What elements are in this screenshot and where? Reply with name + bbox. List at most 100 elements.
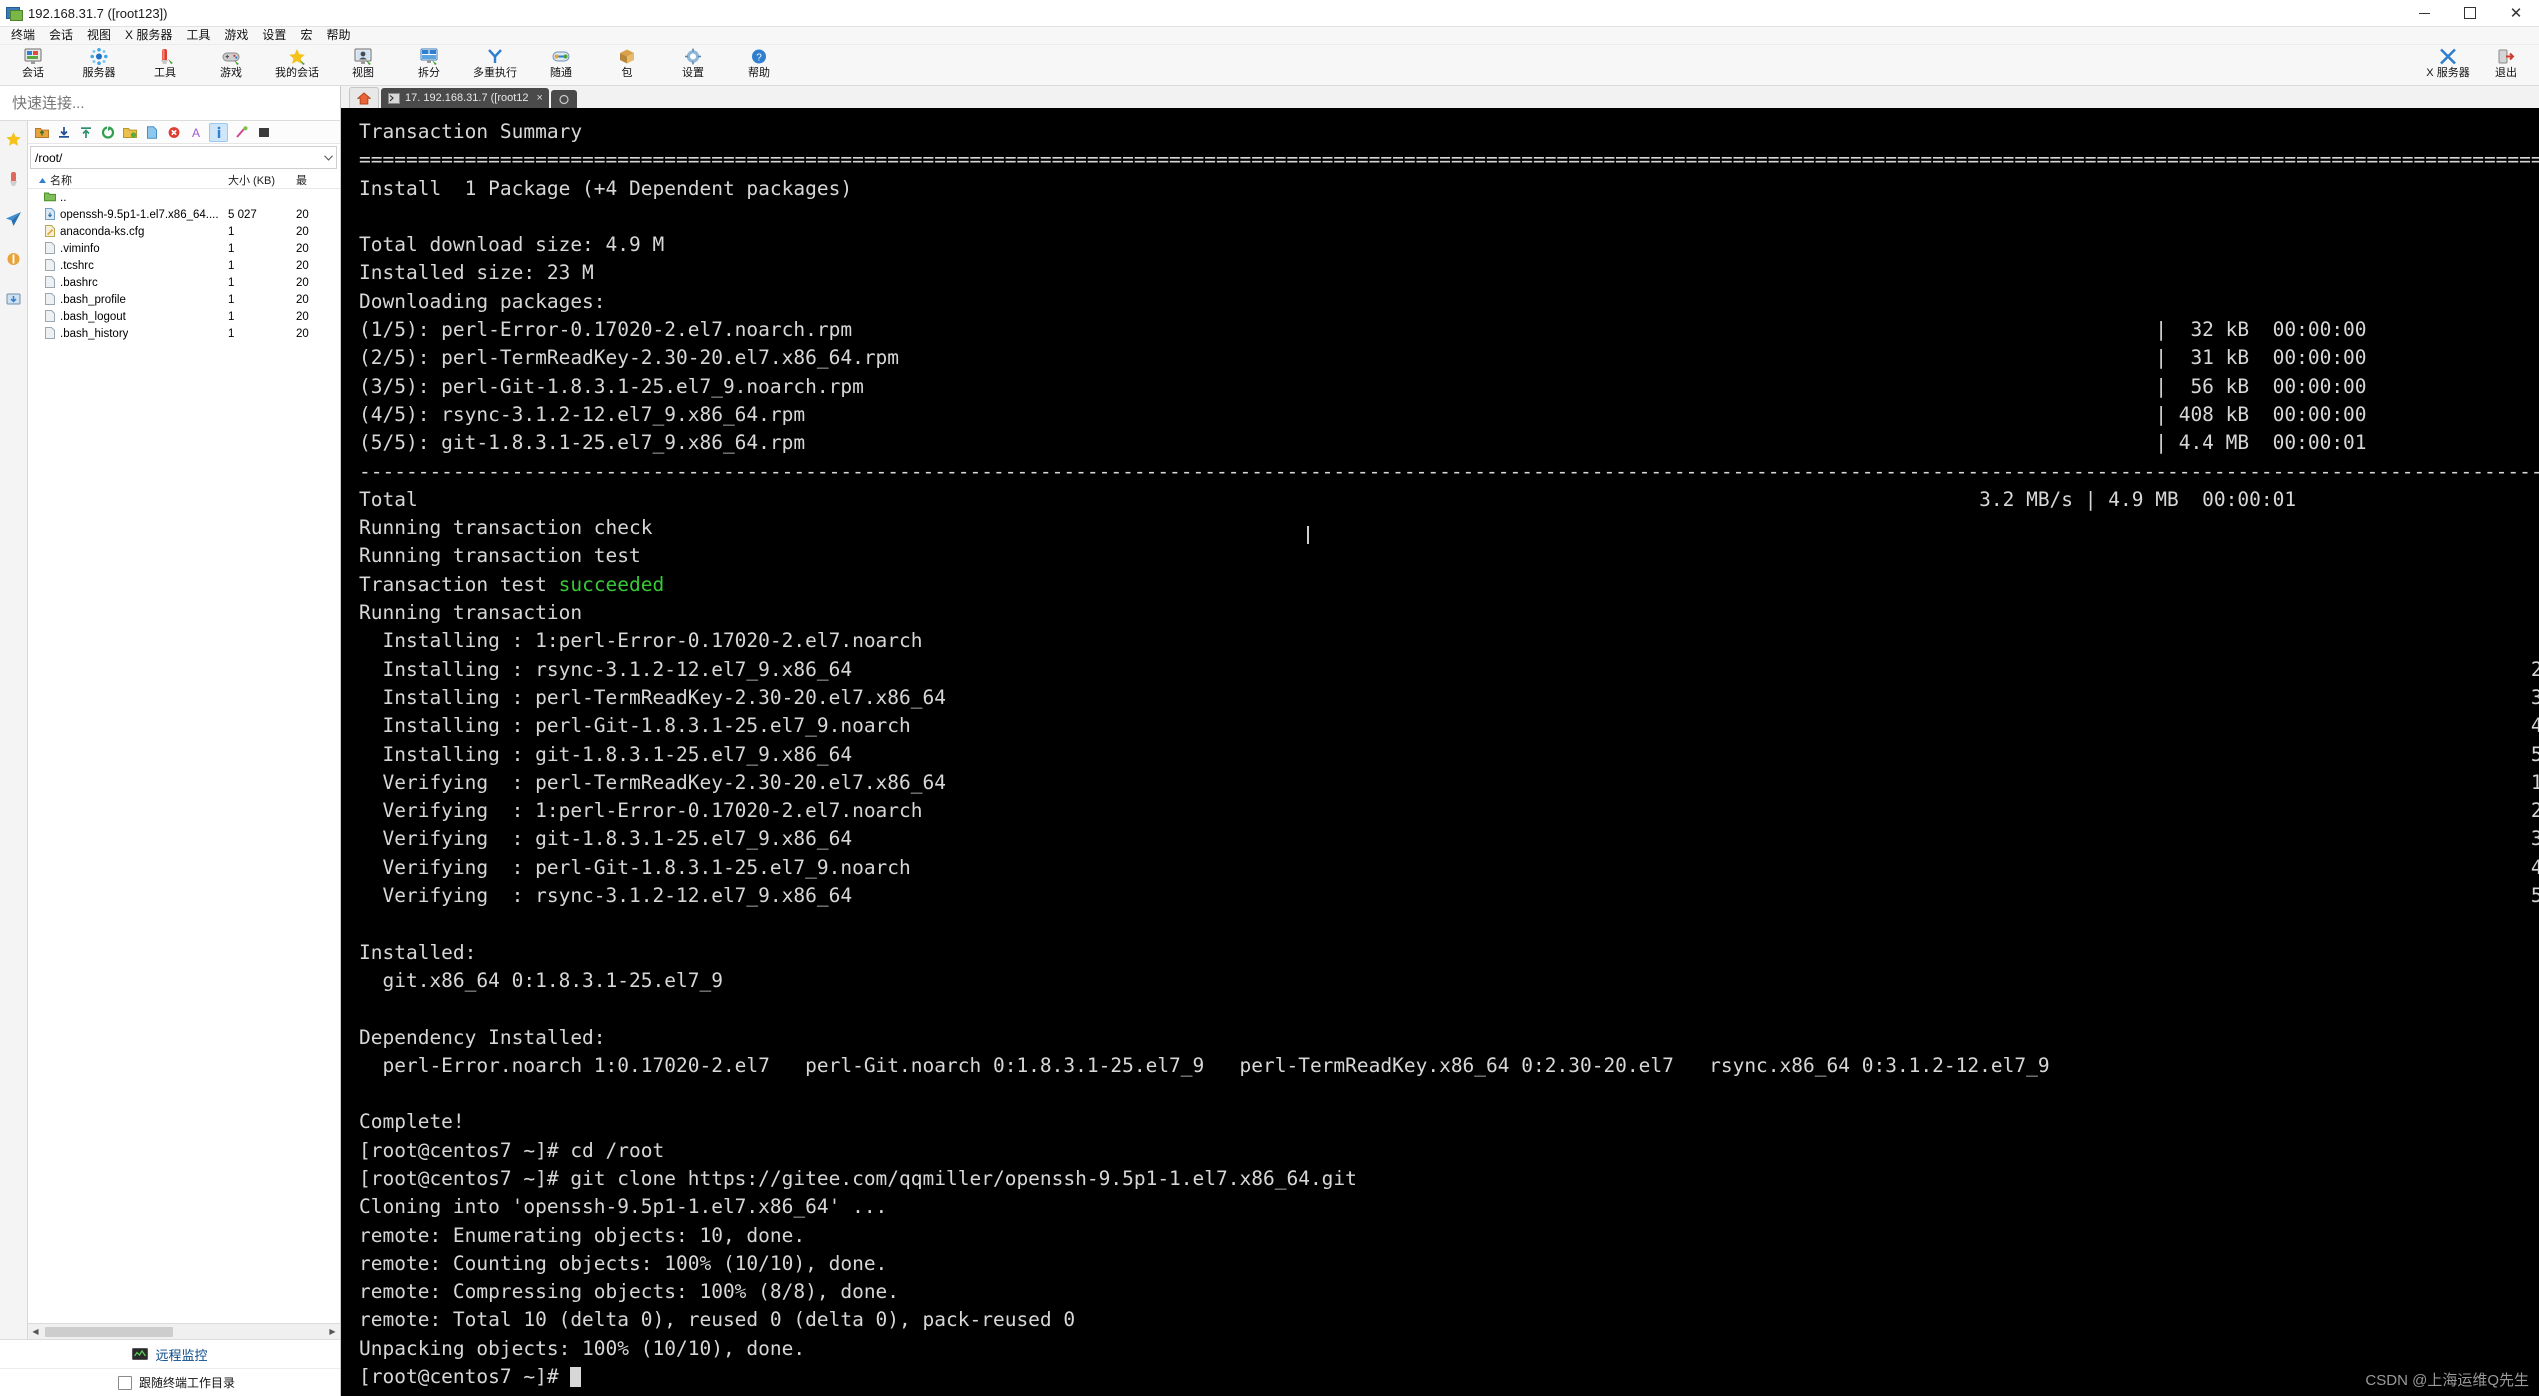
toolbar-button-multiexec[interactable]: 多重执行 bbox=[462, 45, 528, 87]
path-bar[interactable]: /root/ bbox=[30, 146, 337, 169]
list-item[interactable]: .bash_profile 1 20 bbox=[28, 291, 340, 308]
info-icon[interactable] bbox=[209, 123, 228, 142]
session-icon bbox=[24, 47, 42, 66]
menu-item-help[interactable]: 帮助 bbox=[319, 27, 357, 44]
terminal-icon[interactable] bbox=[255, 124, 272, 141]
scrollbar-track[interactable] bbox=[43, 1325, 325, 1339]
menu-item-settings[interactable]: 设置 bbox=[255, 27, 293, 44]
scroll-left-button[interactable]: ◀ bbox=[28, 1325, 43, 1339]
menu-item-terminal[interactable]: 终端 bbox=[4, 27, 42, 44]
terminal-line: Total download size: 4.9 M bbox=[359, 231, 2539, 259]
quick-connect-input[interactable] bbox=[0, 94, 340, 113]
menu-item-games[interactable]: 游戏 bbox=[217, 27, 255, 44]
terminal-line: Verifying : perl-Git-1.8.3.1-25.el7_9.no… bbox=[359, 854, 2539, 882]
terminal-line: Unpacking objects: 100% (10/10), done. bbox=[359, 1335, 2539, 1363]
refresh-icon[interactable] bbox=[99, 124, 116, 141]
toolbar-label-my-sessions: 我的会话 bbox=[275, 67, 319, 79]
close-icon[interactable]: × bbox=[537, 92, 543, 104]
toolbar-button-help[interactable]: ? 帮助 bbox=[726, 45, 792, 87]
file-list[interactable]: .. openssh-9.5p1-1.el7.x86_64.... 5 027 … bbox=[28, 189, 340, 1323]
hidden-file-icon bbox=[44, 293, 56, 306]
toolbar-label-session: 会话 bbox=[22, 67, 44, 79]
scrollbar-thumb[interactable] bbox=[45, 1327, 173, 1337]
file-list-horizontal-scrollbar[interactable]: ◀ ▶ bbox=[28, 1323, 340, 1339]
file-name: .bash_history bbox=[60, 328, 128, 340]
menu-item-sessions[interactable]: 会话 bbox=[42, 27, 80, 44]
toolbar-button-tools[interactable]: 工具 bbox=[132, 45, 198, 87]
xserver-icon bbox=[2439, 47, 2457, 66]
file-browser-pane: A /root/ bbox=[28, 121, 340, 1339]
file-size: 5 027 bbox=[228, 209, 296, 221]
toolbar-button-my-sessions[interactable]: 我的会话 bbox=[264, 45, 330, 87]
menu-item-xserver[interactable]: X 服务器 bbox=[118, 27, 179, 44]
text-mode-icon[interactable]: A bbox=[187, 124, 204, 141]
minimize-button[interactable] bbox=[2401, 0, 2447, 26]
list-item[interactable]: .. bbox=[28, 189, 340, 206]
terminal-status-succeeded: succeeded bbox=[559, 573, 665, 596]
follow-terminal-folder-checkbox[interactable] bbox=[118, 1376, 132, 1390]
macro-icon bbox=[6, 251, 21, 267]
sidebar-tab-favorites[interactable] bbox=[3, 127, 25, 151]
tab-strip: 17. 192.168.31.7 ([root12 × bbox=[341, 86, 2539, 108]
toolbar-button-servers[interactable]: 服务器 bbox=[66, 45, 132, 87]
config-file-icon bbox=[44, 225, 56, 238]
upload-icon[interactable] bbox=[77, 124, 94, 141]
sidebar-tab-sessions[interactable] bbox=[3, 207, 25, 231]
sidebar-tab-sftp[interactable] bbox=[3, 287, 25, 311]
terminal-panel[interactable]: Transaction Summary=====================… bbox=[341, 108, 2539, 1396]
chevron-down-icon[interactable] bbox=[320, 155, 336, 161]
new-folder-icon[interactable] bbox=[121, 124, 138, 141]
session-tab[interactable]: 17. 192.168.31.7 ([root12 × bbox=[381, 88, 549, 108]
toolbar-button-split[interactable]: 拆分 bbox=[396, 45, 462, 87]
toolbar-button-packages[interactable]: 包 bbox=[594, 45, 660, 87]
delete-icon[interactable] bbox=[165, 124, 182, 141]
maximize-button[interactable] bbox=[2447, 0, 2493, 26]
sidebar-tab-tools[interactable] bbox=[3, 167, 25, 191]
scroll-right-button[interactable]: ▶ bbox=[325, 1325, 340, 1339]
session-tab-label: 17. 192.168.31.7 ([root12 bbox=[405, 92, 529, 104]
star-icon bbox=[288, 47, 306, 66]
list-item[interactable]: .bash_history 1 20 bbox=[28, 325, 340, 342]
servers-icon bbox=[90, 47, 108, 66]
list-item[interactable]: .bash_logout 1 20 bbox=[28, 308, 340, 325]
home-tab[interactable] bbox=[349, 87, 379, 108]
column-header-size[interactable]: 大小 (KB) bbox=[228, 172, 296, 188]
column-header-name-label: 名称 bbox=[50, 175, 72, 187]
terminal-line: (1/5): perl-Error-0.17020-2.el7.noarch.r… bbox=[359, 316, 2539, 344]
new-file-icon[interactable] bbox=[143, 124, 160, 141]
remote-monitoring-button[interactable]: 远程监控 bbox=[0, 1340, 340, 1369]
download-icon[interactable] bbox=[55, 124, 72, 141]
column-header-date[interactable]: 最 bbox=[296, 172, 340, 188]
terminal-line bbox=[359, 1080, 2539, 1108]
mouse-text-cursor bbox=[1307, 526, 1309, 544]
new-tab-button[interactable] bbox=[551, 90, 577, 108]
list-item[interactable]: .bashrc 1 20 bbox=[28, 274, 340, 291]
list-item[interactable]: .viminfo 1 20 bbox=[28, 240, 340, 257]
list-item[interactable]: openssh-9.5p1-1.el7.x86_64.... 5 027 20 bbox=[28, 206, 340, 223]
list-item[interactable]: anaconda-ks.cfg 1 20 bbox=[28, 223, 340, 240]
menu-item-tools[interactable]: 工具 bbox=[179, 27, 217, 44]
toolbar-button-xserver[interactable]: X 服务器 bbox=[2419, 45, 2477, 87]
follow-terminal-folder-option[interactable]: 跟随终端工作目录 bbox=[0, 1369, 340, 1396]
sidebar-tab-macros[interactable] bbox=[3, 247, 25, 271]
list-item[interactable]: .tcshrc 1 20 bbox=[28, 257, 340, 274]
toolbar-button-view[interactable]: 视图 bbox=[330, 45, 396, 87]
menu-item-view[interactable]: 视图 bbox=[80, 27, 118, 44]
toolbar-button-settings[interactable]: 设置 bbox=[660, 45, 726, 87]
toolbar-label-tunneling: 随通 bbox=[550, 67, 572, 79]
terminal-line: Total 3.2 MB/s | 4.9 MB 00:00:01 bbox=[359, 486, 2539, 514]
toolbar-button-session[interactable]: 会话 bbox=[0, 45, 66, 87]
toolbar-button-games[interactable]: 游戏 bbox=[198, 45, 264, 87]
toolbar-button-tunneling[interactable]: 随通 bbox=[528, 45, 594, 87]
toolbar-button-exit[interactable]: 退出 bbox=[2477, 45, 2535, 87]
parent-folder-icon[interactable] bbox=[33, 124, 50, 141]
path-value: /root/ bbox=[31, 151, 320, 165]
permissions-icon[interactable] bbox=[233, 124, 250, 141]
terminal-cursor bbox=[570, 1367, 581, 1387]
column-header-name[interactable]: 名称 bbox=[28, 172, 228, 188]
file-date: 20 bbox=[296, 260, 340, 272]
close-button[interactable]: ✕ bbox=[2493, 0, 2539, 26]
gear-icon bbox=[684, 47, 702, 66]
right-panel: 17. 192.168.31.7 ([root12 × Transaction … bbox=[341, 86, 2539, 1396]
menu-item-macros[interactable]: 宏 bbox=[293, 27, 319, 44]
